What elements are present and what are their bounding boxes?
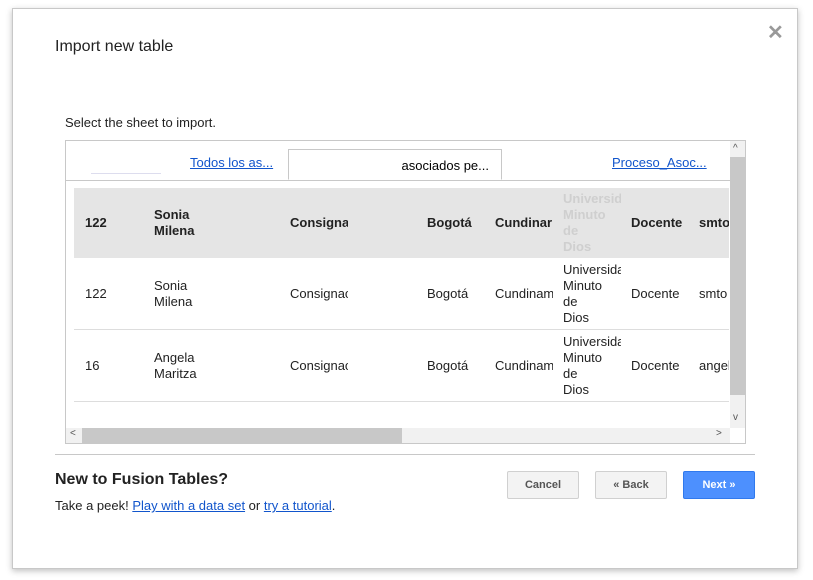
divider [55, 454, 755, 455]
table-cell: Angela Maritza [154, 349, 197, 381]
table-cell: Docente [631, 215, 683, 230]
table-cell: Sonia Milena [154, 277, 193, 309]
table-cell: Bogotá [427, 285, 469, 301]
vertical-scroll-thumb[interactable] [730, 157, 745, 395]
table-cell: Docente [631, 285, 680, 301]
table-cell: angel [699, 357, 729, 373]
vertical-scrollbar[interactable]: ^ v [730, 141, 745, 428]
sheet-preview-panel: Todos los as... asociados pe... Proceso_… [65, 140, 746, 444]
new-heading: New to Fusion Tables? [55, 471, 229, 488]
horizontal-scrollbar[interactable]: < > [66, 428, 730, 443]
horizontal-scroll-thumb[interactable] [82, 428, 402, 443]
table-row: 16 Angela Maritza Consignac Bogotá Cundinam Un… [74, 330, 729, 402]
table-cell: Sonia Milena [154, 207, 195, 238]
scroll-left-icon[interactable]: < [70, 428, 76, 439]
dialog-title: Import new table [55, 38, 174, 55]
table-cell: Cundinar [495, 215, 553, 230]
table-cell: 16 [85, 357, 100, 373]
table-cell: Universida Minuto de Dios [563, 261, 621, 325]
peek-text: Take a peek! Play with a data set or try… [55, 498, 335, 513]
tab-sheet-3[interactable]: Proceso_Asoc... [612, 155, 707, 170]
table-cell: Universid Minuto de Dios [563, 191, 621, 254]
tab-sheet-2[interactable]: asociados pe... [288, 149, 502, 180]
table-cell: Consignac [290, 357, 348, 373]
cancel-button[interactable]: Cancel [507, 471, 579, 499]
close-icon[interactable]: ✕ [767, 20, 784, 45]
peek-prefix: Take a peek! [55, 498, 133, 513]
table-cell: Consigna [290, 215, 348, 230]
peek-suffix: . [331, 498, 336, 513]
table-cell: Bogotá [427, 215, 472, 230]
table-cell: Universida Minuto de Dios [563, 333, 621, 397]
back-button[interactable]: « Back [595, 471, 667, 499]
tutorial-link[interactable]: try a tutorial [264, 498, 332, 513]
table-header-row: 122 Sonia Milena Consigna Bogotá Cundinar Univ… [74, 188, 729, 258]
scroll-right-icon[interactable]: > [716, 428, 722, 439]
table-cell: 122 [85, 215, 107, 230]
scroll-down-icon[interactable]: v [733, 412, 738, 423]
sheet-tabs: Todos los as... asociados pe... Proceso_… [66, 141, 730, 181]
table-cell: Consignac [290, 285, 348, 301]
table-cell: smto [699, 215, 729, 230]
play-dataset-link[interactable]: Play with a data set [132, 498, 245, 513]
table-cell: Cundinam [495, 357, 553, 373]
preview-table: 122 Sonia Milena Consigna Bogotá Cundinar Univ… [74, 188, 729, 402]
table-row: 122 Sonia Milena Consignac Bogotá Cundinam Uni… [74, 258, 729, 330]
tab-sheet-1[interactable]: Todos los as... [190, 155, 273, 170]
table-cell: smto [699, 285, 728, 301]
table-cell: 122 [85, 285, 107, 301]
select-sheet-prompt: Select the sheet to import. [65, 115, 217, 130]
table-cell: Cundinam [495, 285, 553, 301]
tab-placeholder [91, 173, 161, 174]
next-button[interactable]: Next » [683, 471, 755, 499]
peek-or: or [245, 498, 264, 513]
scroll-up-icon[interactable]: ^ [733, 143, 738, 154]
table-cell: Bogotá [427, 357, 469, 373]
table-cell: Docente [631, 357, 680, 373]
